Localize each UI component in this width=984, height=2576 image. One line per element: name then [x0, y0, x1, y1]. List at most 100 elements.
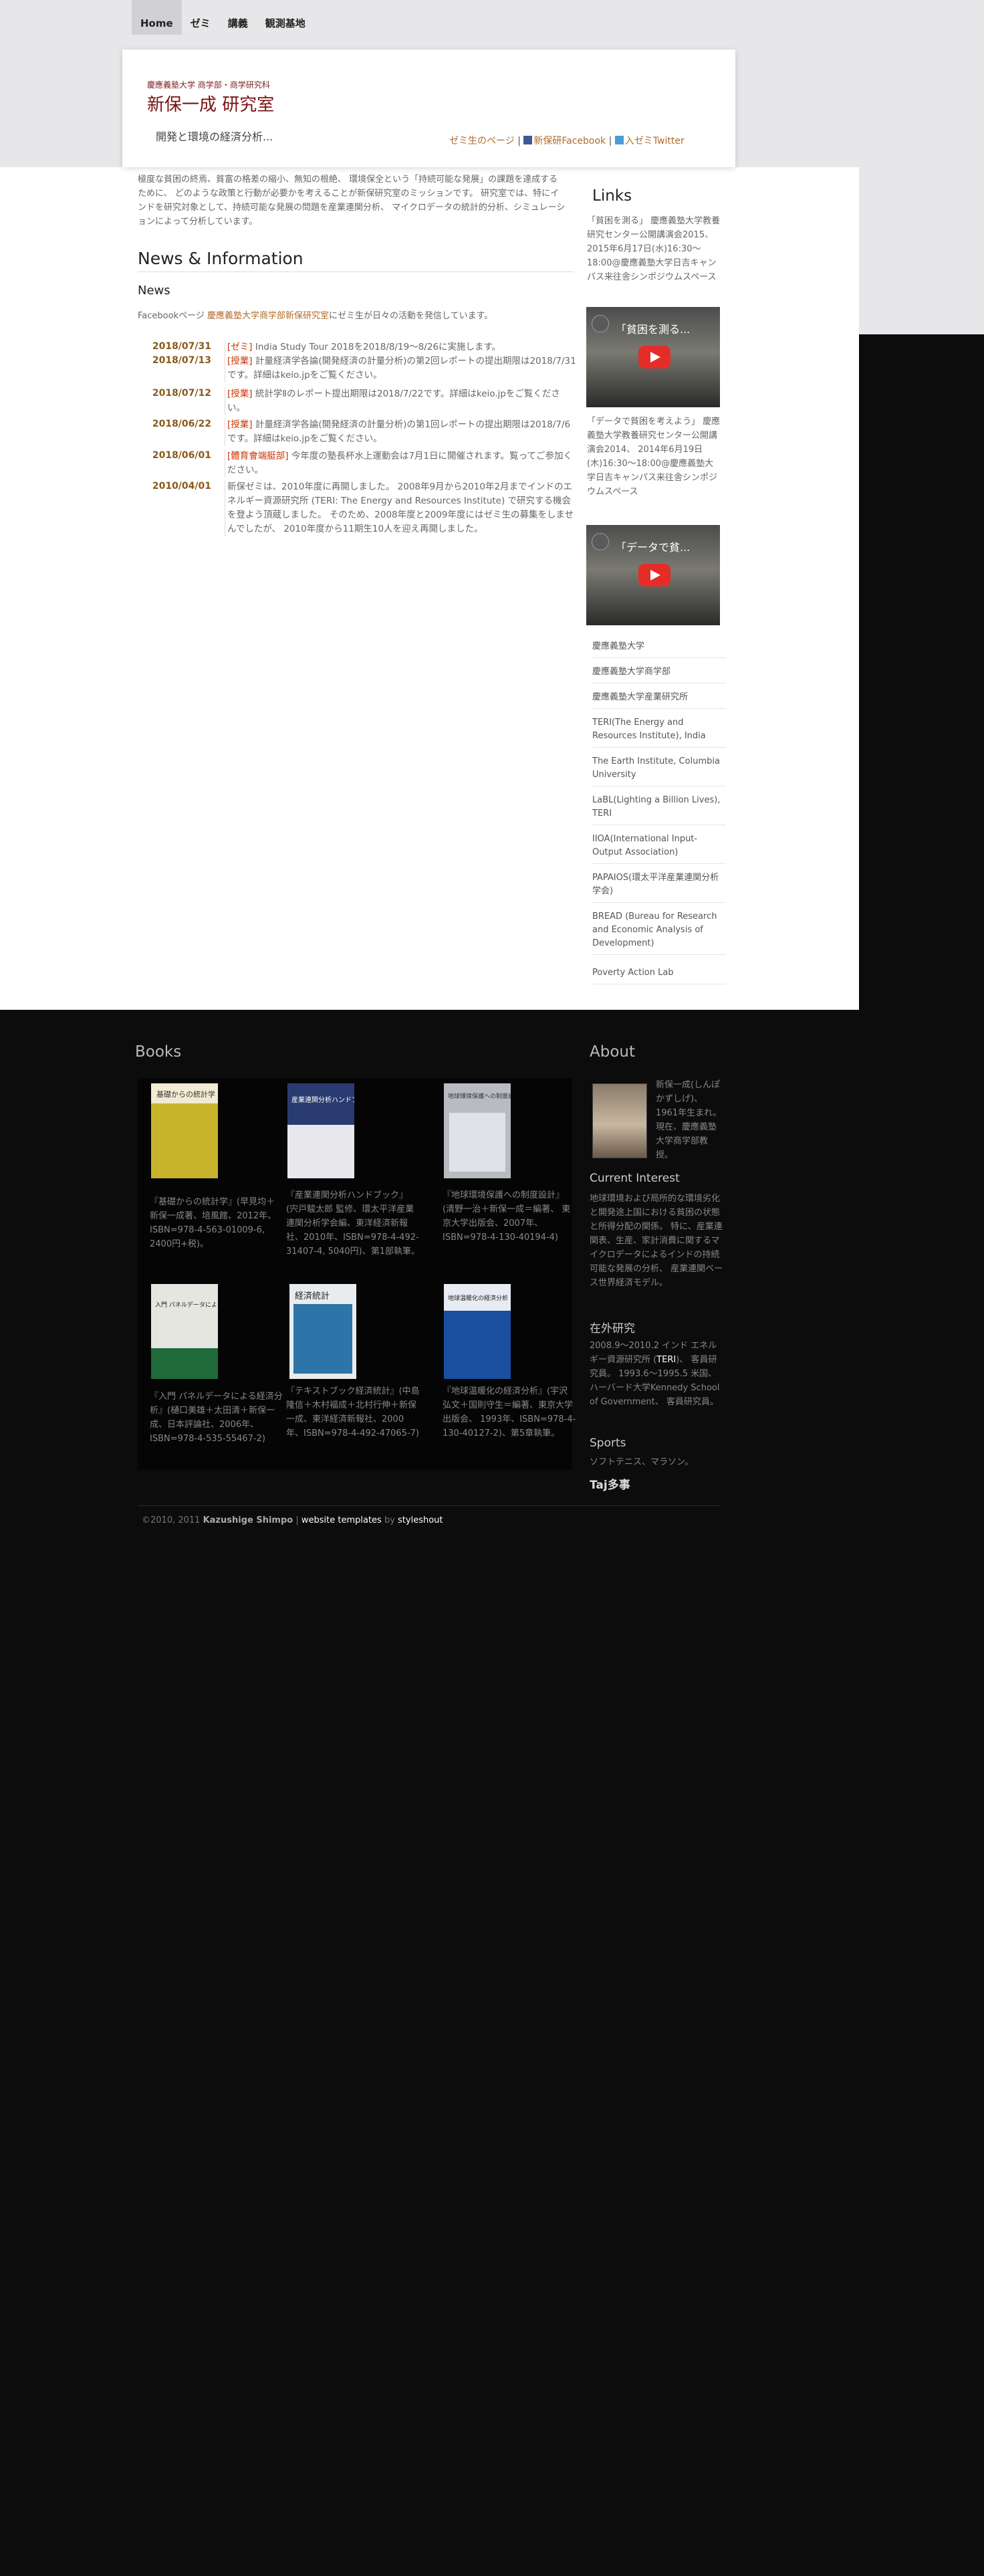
book-caption: 『基礎からの統計学』(早見均＋新保一成著、培風館、2012年、ISBN=978-… — [150, 1197, 277, 1249]
footer-author-link[interactable]: styleshout — [398, 1515, 443, 1525]
sidebar-link[interactable]: TERI(The Energy and Resources Institute)… — [592, 716, 726, 748]
fb-suffix: にゼミ生が日々の活動を発信しています。 — [328, 311, 493, 321]
sidebar-link[interactable]: Poverty Action Lab — [592, 966, 726, 984]
facebook-notice: Facebookページ 慶應義塾大学商学部新保研究室にゼミ生が日々の活動を発信し… — [138, 308, 493, 321]
footer-by: by — [381, 1515, 398, 1525]
book-cover[interactable]: 地球環境保護への制度設計 — [444, 1083, 511, 1178]
tagline: 開発と環境の経済分析... — [156, 130, 273, 143]
video-title: 「データで貧... — [616, 541, 691, 554]
sidebar-link[interactable]: BREAD (Bureau for Research and Economic … — [592, 910, 726, 955]
news-date: 2018/06/22 — [152, 419, 211, 429]
news-item: 新保ゼミは、2010年度に再開しました。 2008年9月から2010年2月までイ… — [225, 480, 578, 536]
divider — [138, 1505, 721, 1506]
sports-title: Sports — [590, 1436, 626, 1450]
book-cover[interactable]: 経済統計 — [289, 1284, 356, 1379]
main-nav: Home ゼミ 講義 観測基地 — [132, 0, 314, 35]
sidebar-link[interactable]: 慶應義塾大学産業研究所 — [592, 691, 726, 709]
books-heading: Books — [135, 1043, 182, 1061]
fb-prefix: Facebookページ — [138, 311, 207, 321]
book-cover-title: 基礎からの統計学 — [156, 1089, 215, 1099]
book-cover-title: 入門 パネルデータによる経済分析 — [155, 1301, 218, 1309]
footer-copyright: ©2010, 2011 — [142, 1515, 203, 1525]
sidebar-link[interactable]: 慶應義塾大学 — [592, 640, 726, 658]
book-cover[interactable]: 入門 パネルデータによる経済分析 — [151, 1284, 218, 1379]
book-cover-title: 地球温暖化の経済分析 — [448, 1294, 508, 1302]
book-cover[interactable]: 産業連関分析ハンドブック — [287, 1083, 354, 1178]
nav-home[interactable]: Home — [132, 0, 182, 35]
channel-icon — [592, 533, 609, 550]
news-item: [體育會端艇部] 今年度の塾長杯水上運動会は7月1日に開催されます。覧ってご参加… — [225, 449, 578, 477]
news-tag[interactable]: [ゼミ] — [227, 342, 253, 352]
news-tag[interactable]: [授業] — [227, 356, 253, 366]
lab-title[interactable]: 新保一成 研究室 — [147, 91, 274, 116]
play-icon[interactable] — [638, 346, 670, 368]
twitter-icon — [614, 136, 624, 144]
news-tag[interactable]: [授業] — [227, 419, 253, 430]
video-embed[interactable]: 「データで貧... — [586, 525, 720, 625]
video-title: 「貧困を測る... — [616, 323, 691, 336]
event-2014: 「データで貧困を考えよう」 慶應義塾大学教養研究センター公開講演会2014、 2… — [587, 417, 721, 497]
book-cover-title: 地球環境保護への制度設計 — [448, 1092, 511, 1100]
fb-page-link[interactable]: 慶應義塾大学商学部新保研究室 — [207, 311, 329, 321]
book-caption: 『地球環境保護への制度設計』(清野一治＋新保一成＝編著、 東京大学出版会、200… — [443, 1190, 571, 1243]
link-separator: | — [517, 136, 521, 146]
sports-text: ソフトテニス、マラソン。 — [590, 1457, 694, 1467]
taj-link[interactable]: Taj多事 — [590, 1475, 630, 1492]
link-twitter[interactable]: 入ゼミTwitter — [625, 136, 685, 146]
abroad-text: 2008.9〜2010.2 インド エネルギー資源研究所 (TERI)、 客員研… — [590, 1339, 723, 1409]
content-area — [0, 167, 859, 1010]
teri-link[interactable]: TERI — [656, 1355, 676, 1365]
news-date: 2018/07/13 — [152, 355, 211, 366]
sidebar-link[interactable]: IIOA(International Input-Output Associat… — [592, 833, 726, 864]
news-text: 計量経済学各論(開発経済の計量分析)の第1回レポートの提出期限は2018/7/6… — [227, 419, 571, 444]
book-caption: 『入門 パネルデータによる経済分析』(樋口美雄＋太田清＋新保一成、日本評論社、2… — [150, 1392, 283, 1444]
sidebar-link[interactable]: 慶應義塾大学商学部 — [592, 665, 726, 683]
video-embed[interactable]: 「貧困を測る... — [586, 307, 720, 407]
footer: ©2010, 2011 Kazushige Shimpo | website t… — [142, 1515, 443, 1525]
news-text: India Study Tour 2018を2018/8/19〜8/26に実施し… — [252, 342, 501, 352]
sidebar-link[interactable]: The Earth Institute, Columbia University — [592, 755, 726, 786]
book-caption: 『産業連関分析ハンドブック』(宍戸駿太郎 監修、環太平洋産業連関分析学会編、東洋… — [286, 1190, 420, 1257]
footer-templates-link[interactable]: website templates — [301, 1515, 382, 1525]
book-caption: 『地球温暖化の経済分析』(宇沢弘文＋国則守生＝編著、東京大学出版会、 1993年… — [443, 1386, 576, 1438]
nav-lectures[interactable]: 講義 — [219, 0, 257, 35]
news-item: [ゼミ] India Study Tour 2018を2018/8/19〜8/2… — [225, 340, 578, 354]
link-separator: | — [608, 136, 612, 146]
news-heading: News & Information — [138, 249, 303, 268]
news-item: [授業] 統計学Ⅱのレポート提出期限は2018/7/22です。詳細はkeio.j… — [225, 387, 578, 415]
abroad-title: 在外研究 — [590, 1322, 635, 1335]
header-links: ゼミ生のページ | 新保研Facebook | 入ゼミTwitter — [449, 134, 685, 147]
news-item: [授業] 計量経済学各論(開発経済の計量分析)の第2回レポートの提出期限は201… — [225, 354, 578, 383]
interest-title: Current Interest — [590, 1172, 680, 1185]
about-heading: About — [590, 1043, 636, 1061]
about-text: 新保一成(しんぽ かずしげ)、1961年生まれ。現在、慶應義塾大学商学部教授。 — [656, 1080, 722, 1160]
book-cover[interactable]: 地球温暖化の経済分析 — [444, 1284, 511, 1379]
intro-text: 極度な貧困の終焉、貧富の格差の縮小、無知の根絶、 環境保全という「持続可能な発展… — [138, 175, 566, 227]
interest-text: 地球環境および局所的な環境劣化と開発途上国における貧困の状態と所得分配の関係。 … — [590, 1194, 723, 1288]
link-seminar-students[interactable]: ゼミ生のページ — [449, 136, 515, 146]
facebook-icon — [523, 136, 533, 144]
book-cover-title: 経済統計 — [295, 1291, 330, 1301]
news-date: 2018/07/31 — [152, 341, 211, 352]
nav-observation-base[interactable]: 観測基地 — [257, 0, 314, 35]
nav-seminar[interactable]: ゼミ — [182, 0, 219, 35]
news-tag[interactable]: [體育會端艇部] — [227, 451, 289, 461]
news-item: [授業] 計量経済学各論(開発経済の計量分析)の第1回レポートの提出期限は201… — [225, 418, 578, 446]
sidebar-link[interactable]: PAPAIOS(環太平洋産業連関分析学会) — [592, 871, 726, 903]
footer-separator: | — [293, 1515, 301, 1525]
play-icon[interactable] — [638, 564, 670, 586]
footer-owner[interactable]: Kazushige Shimpo — [203, 1515, 293, 1525]
sidebar-link[interactable]: LaBL(Lighting a Billion Lives), TERI — [592, 794, 726, 825]
news-text: 計量経済学各論(開発経済の計量分析)の第2回レポートの提出期限は2018/7/3… — [227, 356, 576, 381]
news-tag[interactable]: [授業] — [227, 389, 253, 399]
channel-icon — [592, 315, 609, 332]
news-subheading: News — [138, 284, 170, 298]
news-date: 2018/06/01 — [152, 450, 211, 461]
book-cover[interactable]: 基礎からの統計学 — [151, 1083, 218, 1178]
links-heading: Links — [592, 187, 632, 205]
avatar — [592, 1083, 647, 1158]
institution: 慶應義塾大学 商学部・商学研究科 — [147, 80, 270, 90]
book-caption: 『テキストブック経済統計』(中島隆信＋木村福成＋北村行伸＋新保 一成、東洋経済新… — [286, 1386, 420, 1438]
link-facebook[interactable]: 新保研Facebook — [533, 136, 606, 146]
event-2015: 「貧困を測る」 慶應義塾大学教養研究センター公開講演会2015、 2015年6月… — [587, 216, 721, 282]
